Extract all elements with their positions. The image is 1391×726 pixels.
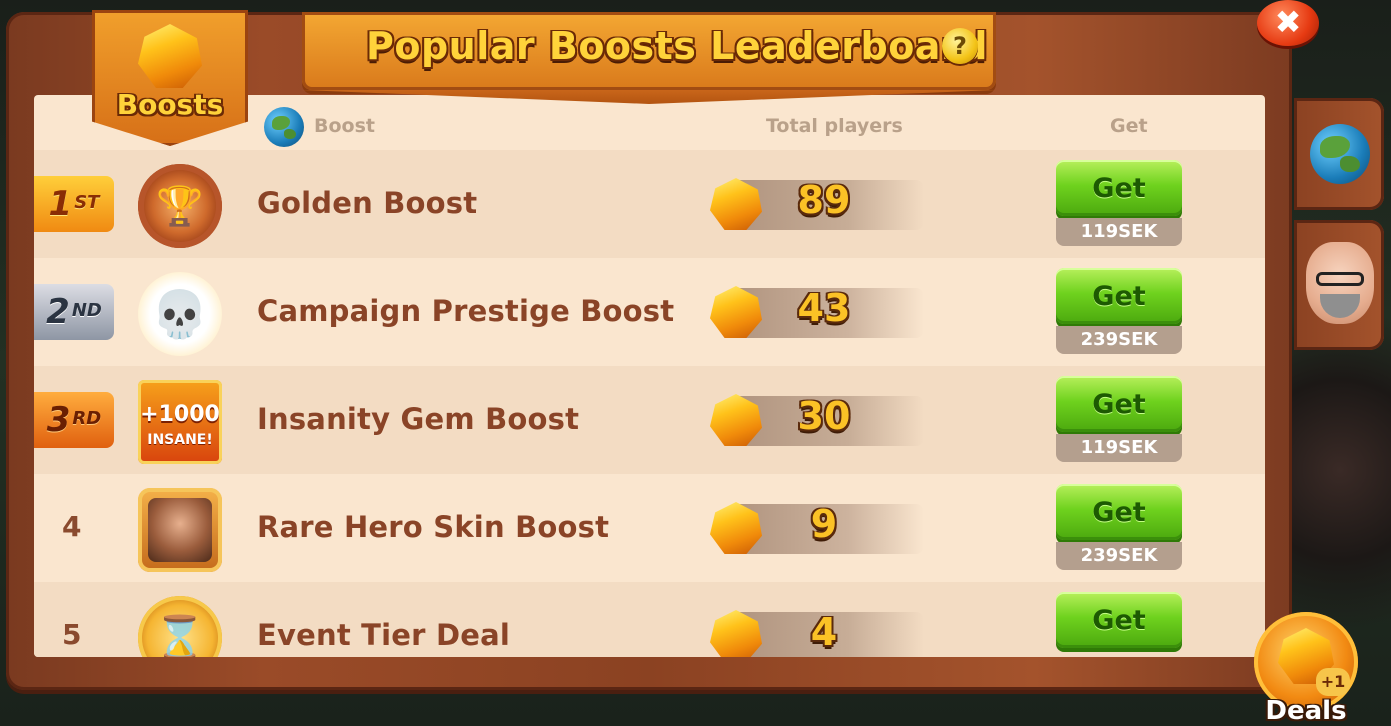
header-get: Get (1110, 115, 1148, 137)
table-row: 1 ST 🏆 Golden Boost 89 Get 119SEK (34, 150, 1265, 258)
gem-icon (710, 178, 762, 230)
rank-suffix: RD (72, 407, 102, 429)
gem-icon (138, 24, 202, 88)
rank-suffix: ND (71, 299, 102, 321)
gem-icon (710, 610, 762, 657)
gem-icon (710, 286, 762, 338)
price-label: 119SEK (1056, 218, 1182, 246)
boost-name: Event Tier Deal (257, 618, 511, 652)
side-tab-global[interactable] (1294, 98, 1384, 210)
table-row: 5 ⌛ Event Tier Deal 4 Get (34, 582, 1265, 657)
side-tab-profile[interactable] (1294, 220, 1384, 350)
rank-badge-gold: 1 ST (34, 176, 114, 232)
gem-icon (710, 502, 762, 554)
tab-boosts-label: Boosts (116, 88, 224, 121)
hourglass-icon: ⌛ (138, 596, 222, 657)
globe-icon (1310, 124, 1370, 184)
get-button[interactable]: Get (1056, 484, 1182, 540)
tab-boosts-content: Boosts (92, 10, 248, 146)
insane-icon-label: INSANE! (147, 432, 213, 448)
header-boost: Boost (314, 115, 375, 137)
get-button[interactable]: Get (1056, 160, 1182, 216)
rank-number: 3 (46, 400, 71, 440)
boost-name: Insanity Gem Boost (257, 402, 580, 436)
rank-number: 4 (62, 510, 82, 543)
players-count: 43 (797, 286, 851, 330)
table-row: 4 Rare Hero Skin Boost 9 Get 239SEK (34, 474, 1265, 582)
players-count: 89 (797, 178, 851, 222)
get-button[interactable]: Get (1056, 268, 1182, 324)
price-label: 239SEK (1056, 326, 1182, 354)
boost-name: Campaign Prestige Boost (257, 294, 675, 328)
rank-number: 2 (46, 292, 70, 332)
globe-icon (264, 107, 304, 147)
close-button[interactable]: ✖ (1257, 0, 1319, 46)
header-total-players: Total players (766, 115, 903, 137)
leaderboard-panel: Boost Total players Get 1 ST 🏆 Golden Boo… (34, 95, 1265, 657)
table-row: 2 ND 💀 Campaign Prestige Boost 43 Get 239… (34, 258, 1265, 366)
trophy-icon: 🏆 (138, 164, 222, 248)
rank-number: 5 (62, 618, 82, 651)
players-count: 9 (810, 502, 838, 546)
deals-button[interactable]: +1 Deals (1254, 612, 1358, 726)
hero-portrait-icon (138, 488, 222, 572)
deals-count-badge: +1 (1316, 668, 1350, 696)
page-title: Popular Boosts Leaderboard (366, 24, 988, 68)
rank-badge-silver: 2 ND (34, 284, 114, 340)
boost-name: Golden Boost (257, 186, 478, 220)
players-count: 30 (797, 394, 851, 438)
glasses-icon (1316, 272, 1364, 286)
price-label: 239SEK (1056, 542, 1182, 570)
get-button[interactable]: Get (1056, 592, 1182, 648)
table-row: 3 RD +1000 INSANE! Insanity Gem Boost 30 … (34, 366, 1265, 474)
deals-label: Deals (1265, 696, 1347, 726)
title-banner: Popular Boosts Leaderboard ? (302, 12, 996, 90)
help-icon[interactable]: ? (942, 28, 978, 64)
boost-name: Rare Hero Skin Boost (257, 510, 610, 544)
price-label: 119SEK (1056, 434, 1182, 462)
players-count: 4 (810, 610, 838, 654)
skull-icon: 💀 (138, 272, 222, 356)
rank-number: 1 (48, 184, 73, 224)
insane-icon: +1000 INSANE! (138, 380, 222, 464)
get-button[interactable]: Get (1056, 376, 1182, 432)
insane-icon-amount: +1000 (140, 402, 220, 427)
gem-icon (710, 394, 762, 446)
beard-icon (1320, 294, 1360, 318)
rank-suffix: ST (74, 191, 100, 213)
rank-badge-bronze: 3 RD (34, 392, 114, 448)
avatar (1306, 242, 1374, 324)
